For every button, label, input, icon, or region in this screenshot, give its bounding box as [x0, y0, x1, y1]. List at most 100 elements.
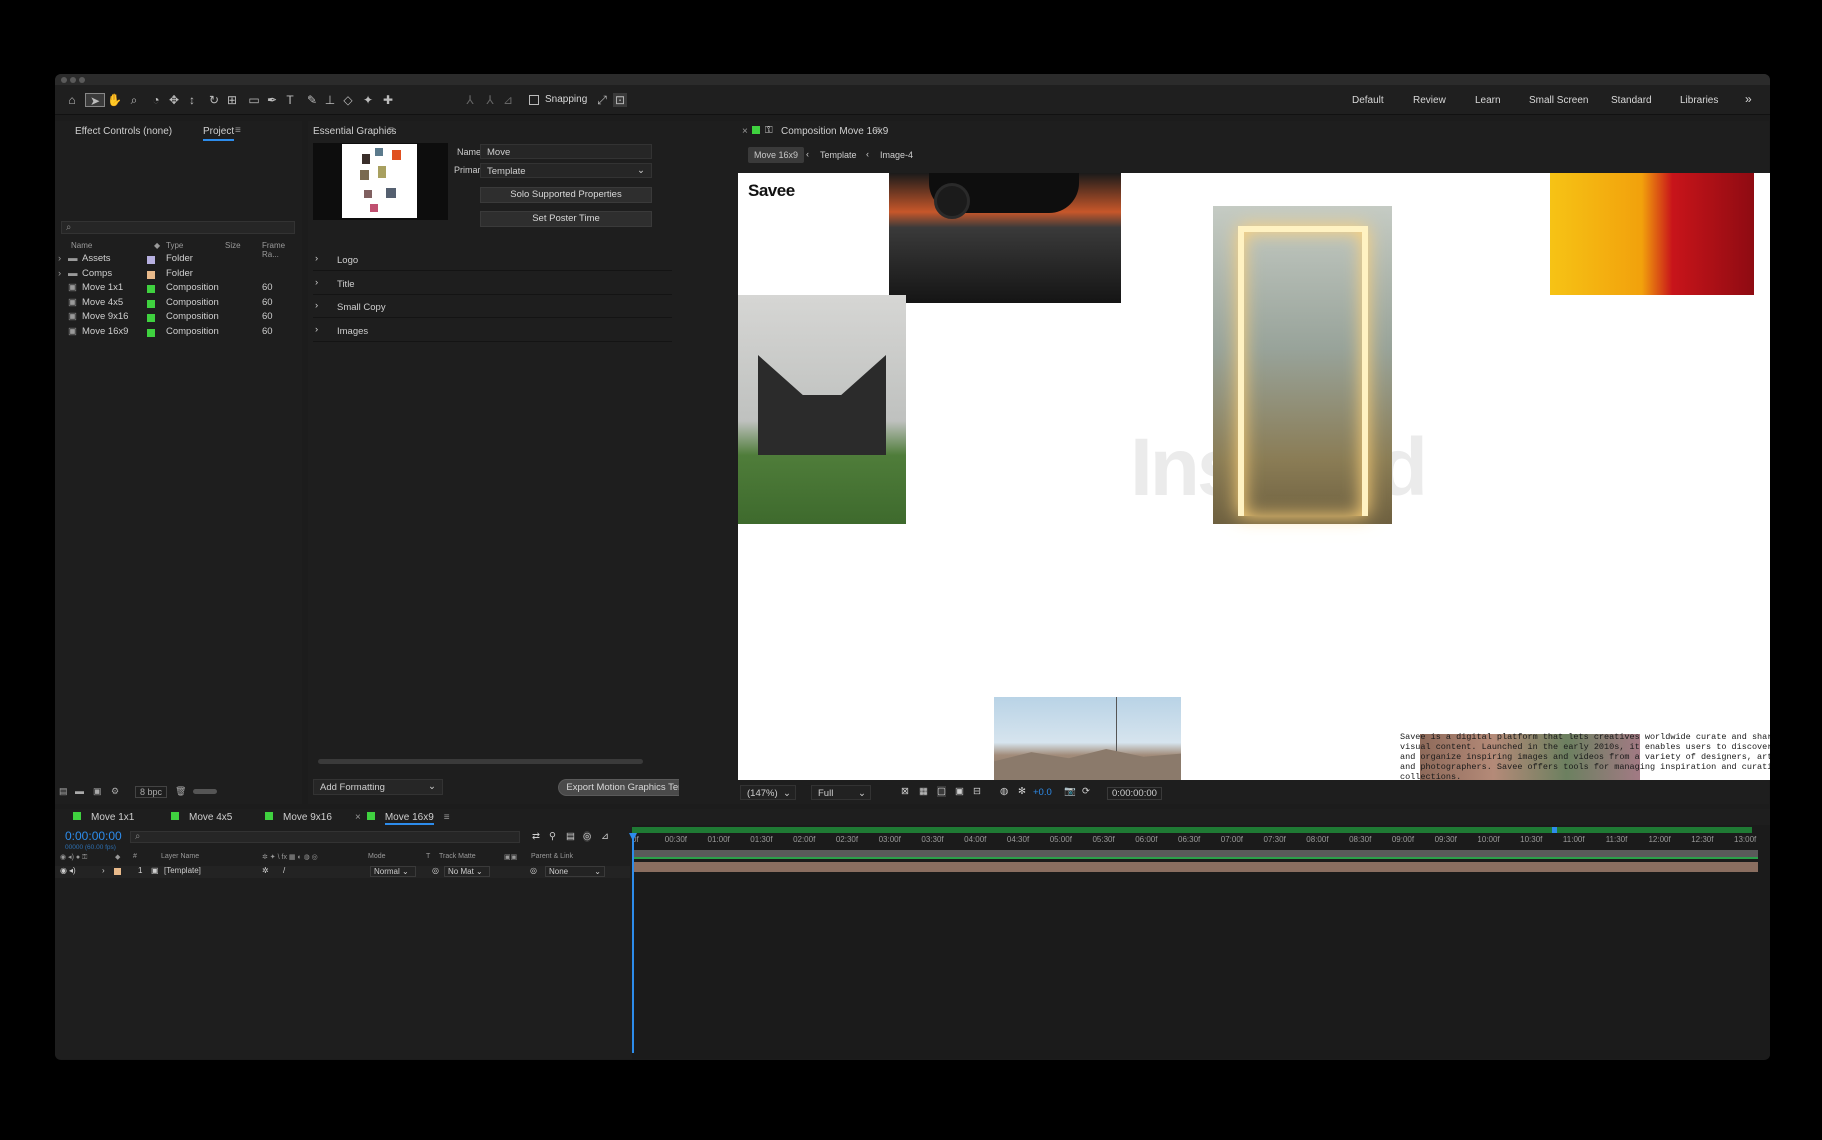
- car-image[interactable]: [889, 173, 1121, 303]
- project-item[interactable]: › ▬ Assets Folder: [55, 253, 302, 267]
- hand-tool-icon[interactable]: ✋: [107, 93, 122, 107]
- work-area-bar[interactable]: [632, 827, 1752, 833]
- track-matte-header[interactable]: Track Matte: [439, 853, 476, 860]
- label-color-swatch[interactable]: [147, 314, 155, 323]
- project-item[interactable]: ▣ Move 4x5 Composition 60: [55, 297, 302, 311]
- audio-toggle-icon[interactable]: ◂): [69, 866, 76, 875]
- local-axis-icon[interactable]: ⅄: [463, 93, 477, 107]
- panel-menu-icon[interactable]: ≡: [235, 125, 241, 136]
- show-snapshot-icon[interactable]: ⟳: [1082, 786, 1090, 797]
- close-window-button[interactable]: [61, 77, 67, 83]
- name-input[interactable]: Move: [480, 144, 652, 159]
- comp-mini-flowchart-icon[interactable]: ⇄: [532, 831, 540, 842]
- exposure-reset-icon[interactable]: ✻: [1018, 786, 1026, 797]
- new-folder-icon[interactable]: ▬: [75, 786, 84, 796]
- label-column-icon[interactable]: ◆: [154, 241, 160, 250]
- eraser-tool-icon[interactable]: ◇: [341, 93, 355, 107]
- snap-features-icon[interactable]: ⊡: [613, 93, 627, 107]
- playhead[interactable]: [632, 833, 634, 1053]
- zoom-tool-icon[interactable]: ⌕: [127, 93, 141, 107]
- work-area-end-marker[interactable]: [1552, 827, 1557, 833]
- panel-menu-icon[interactable]: ≡: [388, 125, 394, 136]
- view-axis-icon[interactable]: ⊿: [501, 93, 515, 107]
- double-chevron-right-icon[interactable]: »: [1745, 92, 1752, 106]
- horizontal-scrollbar[interactable]: [318, 759, 643, 764]
- fast-previews-icon[interactable]: ⊠: [901, 786, 909, 797]
- set-poster-time-button[interactable]: Set Poster Time: [480, 211, 652, 227]
- chevron-right-icon[interactable]: ›: [315, 300, 318, 311]
- exposure-value[interactable]: +0.0: [1033, 787, 1052, 798]
- tab-project[interactable]: Project: [203, 126, 235, 141]
- expand-arrow-icon[interactable]: ›: [58, 253, 61, 264]
- layer-duration-bar[interactable]: [632, 862, 1758, 872]
- composition-tab-title[interactable]: Composition Move 16x9: [781, 126, 888, 137]
- region-of-interest-icon[interactable]: ▣: [955, 786, 964, 797]
- expand-arrow-icon[interactable]: ›: [58, 268, 61, 279]
- layer-label-color[interactable]: [114, 868, 121, 875]
- shy-layers-icon[interactable]: ▤: [566, 831, 575, 842]
- workspace-learn[interactable]: Learn: [1475, 95, 1501, 106]
- collapse-transform-icon[interactable]: ✲: [262, 866, 269, 875]
- thumbnail-slider[interactable]: [193, 789, 217, 794]
- new-composition-icon[interactable]: ▣: [93, 786, 102, 797]
- resolution-select[interactable]: Full ⌄: [811, 785, 871, 800]
- pen-tool-icon[interactable]: ✒: [265, 93, 279, 107]
- transparency-grid-icon[interactable]: ▦: [919, 786, 928, 797]
- brush-tool-icon[interactable]: ✎: [305, 93, 319, 107]
- chevron-right-icon[interactable]: ›: [315, 253, 318, 264]
- video-toggle-icon[interactable]: ◉: [60, 866, 67, 875]
- column-type[interactable]: Type: [166, 241, 183, 250]
- workspace-review[interactable]: Review: [1413, 95, 1446, 106]
- guides-icon[interactable]: ⊟: [973, 786, 981, 797]
- time-ruler[interactable]: 0f 00:30f 01:00f 01:30f 02:00f 02:30f 03:00f 03…: [632, 835, 1757, 847]
- parent-pickwhip-icon[interactable]: ◎: [530, 866, 537, 875]
- timeline-tab-move-9x16[interactable]: Move 9x16: [265, 812, 332, 823]
- snapshot-icon[interactable]: 📷: [1064, 786, 1076, 797]
- bit-depth-button[interactable]: 8 bpc: [135, 786, 168, 798]
- project-item[interactable]: ▣ Move 9x16 Composition 60: [55, 311, 302, 325]
- graph-editor-icon[interactable]: ⊿: [601, 831, 609, 842]
- mountain-image[interactable]: [994, 697, 1181, 780]
- puppet-pin-tool-icon[interactable]: ✚: [381, 93, 395, 107]
- label-color-swatch[interactable]: [147, 285, 155, 294]
- architecture-image[interactable]: [738, 295, 906, 524]
- light-portal-image[interactable]: [1213, 206, 1392, 524]
- tab-effect-controls[interactable]: Effect Controls (none): [75, 126, 172, 137]
- rectangle-tool-icon[interactable]: ▭: [247, 93, 261, 107]
- breadcrumb-image4[interactable]: Image-4: [880, 150, 913, 160]
- minimize-window-button[interactable]: [70, 77, 76, 83]
- workspace-small-screen[interactable]: Small Screen: [1529, 95, 1588, 106]
- column-name[interactable]: Name: [71, 241, 92, 250]
- project-item[interactable]: ▣ Move 1x1 Composition 60: [55, 282, 302, 296]
- motion-blur-icon[interactable]: ◎: [583, 831, 592, 842]
- expand-layer-icon[interactable]: ›: [102, 866, 105, 875]
- project-item[interactable]: ▣ Move 16x9 Composition 60: [55, 326, 302, 340]
- clone-stamp-tool-icon[interactable]: ⊥: [323, 93, 337, 107]
- mode-header[interactable]: Mode: [368, 853, 386, 860]
- project-search-input[interactable]: ⌕: [61, 221, 295, 234]
- close-tab-icon[interactable]: ×: [742, 126, 748, 137]
- timeline-search-input[interactable]: ⌕: [130, 831, 520, 843]
- layer-mode-select[interactable]: Normal ⌄: [370, 866, 416, 877]
- pan-behind-tool-icon[interactable]: ⊞: [225, 93, 239, 107]
- workspace-standard[interactable]: Standard: [1611, 95, 1652, 106]
- mask-visibility-icon[interactable]: ▢: [937, 786, 946, 797]
- dolly-camera-icon[interactable]: ↕: [185, 93, 199, 107]
- breadcrumb-move16x9[interactable]: Move 16x9: [748, 147, 805, 163]
- lock-icon[interactable]: ⚿: [765, 125, 773, 136]
- magnification-select[interactable]: (147%) ⌄: [740, 785, 796, 800]
- parent-link-header[interactable]: Parent & Link: [531, 853, 573, 860]
- panel-menu-icon[interactable]: ≡: [444, 812, 450, 823]
- timeline-timecode[interactable]: 0:00:00:00: [65, 829, 122, 843]
- breadcrumb-template[interactable]: Template: [820, 150, 857, 160]
- timeline-tab-move-4x5[interactable]: Move 4x5: [171, 812, 232, 823]
- timeline-graph-area[interactable]: 0f 00:30f 01:00f 01:30f 02:00f 02:30f 03:00f 03…: [629, 825, 1770, 1059]
- chevron-right-icon[interactable]: ›: [315, 277, 318, 288]
- preserve-transparency-header[interactable]: T: [426, 853, 430, 860]
- world-axis-icon[interactable]: ⅄: [483, 93, 497, 107]
- selection-tool-icon[interactable]: ➤: [85, 93, 105, 108]
- project-item[interactable]: › ▬ Comps Folder: [55, 268, 302, 282]
- roto-brush-tool-icon[interactable]: ✦: [361, 93, 375, 107]
- current-time-display[interactable]: 0:00:00:00: [1107, 787, 1162, 800]
- trash-icon[interactable]: 🗑: [175, 786, 186, 797]
